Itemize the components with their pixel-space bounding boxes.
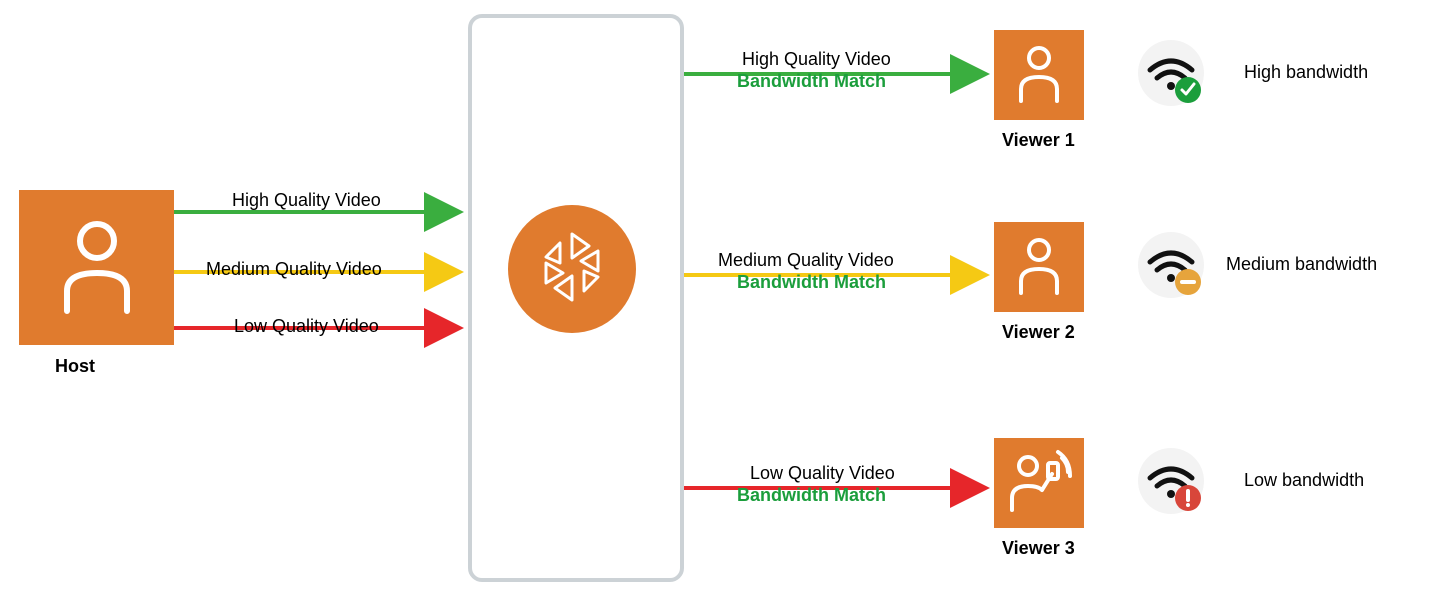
bandwidth-medium-label: Medium bandwidth bbox=[1226, 254, 1377, 275]
person-icon bbox=[1012, 235, 1066, 300]
out-medium-label: Medium Quality Video bbox=[718, 250, 894, 271]
wifi-medium-icon bbox=[1138, 232, 1204, 298]
bandwidth-high-label: High bandwidth bbox=[1244, 62, 1368, 83]
viewer3-box bbox=[994, 438, 1084, 528]
host-box bbox=[19, 190, 174, 345]
viewer1-label: Viewer 1 bbox=[1002, 130, 1075, 151]
streaming-icon bbox=[529, 224, 615, 315]
person-icon bbox=[1012, 43, 1066, 108]
person-waving-icon bbox=[1004, 448, 1074, 519]
host-medium-label: Medium Quality Video bbox=[206, 259, 382, 280]
out-low-match: Bandwidth Match bbox=[737, 485, 886, 506]
out-high-label: High Quality Video bbox=[742, 49, 891, 70]
viewer2-box bbox=[994, 222, 1084, 312]
viewer3-label: Viewer 3 bbox=[1002, 538, 1075, 559]
out-low-label: Low Quality Video bbox=[750, 463, 895, 484]
wifi-high-icon bbox=[1138, 40, 1204, 106]
person-icon bbox=[52, 215, 142, 320]
arrows-layer bbox=[0, 0, 1433, 604]
host-label: Host bbox=[55, 356, 95, 377]
out-medium-match: Bandwidth Match bbox=[737, 272, 886, 293]
host-low-label: Low Quality Video bbox=[234, 316, 379, 337]
bandwidth-low-label: Low bandwidth bbox=[1244, 470, 1364, 491]
out-high-match: Bandwidth Match bbox=[737, 71, 886, 92]
bandwidth-diagram: Host High Quality Video Medium Quality V… bbox=[0, 0, 1433, 604]
wifi-low-icon bbox=[1138, 448, 1204, 514]
host-high-label: High Quality Video bbox=[232, 190, 381, 211]
server-circle bbox=[508, 205, 636, 333]
viewer1-box bbox=[994, 30, 1084, 120]
viewer2-label: Viewer 2 bbox=[1002, 322, 1075, 343]
